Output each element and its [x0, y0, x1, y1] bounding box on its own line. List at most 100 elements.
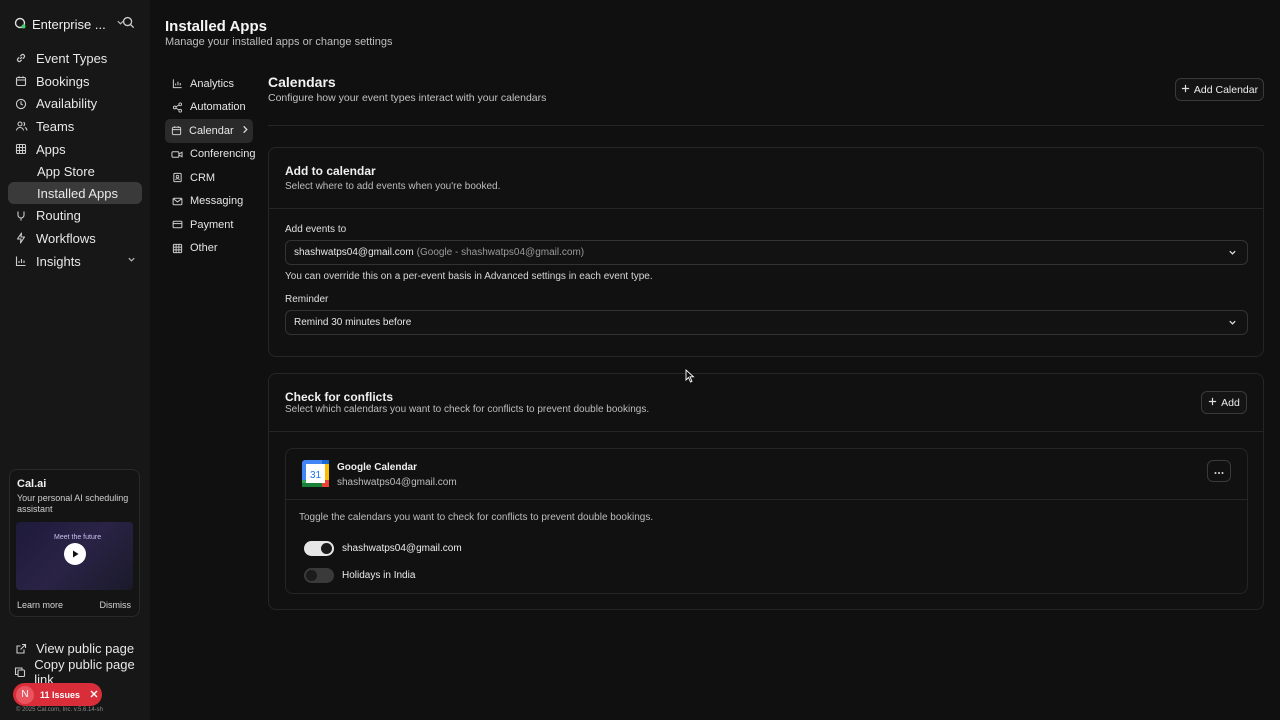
sidebar-item-routing[interactable]: Routing: [8, 204, 142, 227]
sidebar-item-insights[interactable]: Insights: [8, 250, 142, 273]
external-link-icon: [14, 642, 28, 656]
sidebar: Enterprise ... Event Types Bookings Avai…: [0, 0, 150, 720]
sidebar-item-label: Routing: [36, 208, 81, 224]
calendar-toggle-row: Holidays in India: [304, 567, 415, 583]
cal-ai-promo-card: Cal.ai Your personal AI scheduling assis…: [9, 469, 140, 617]
search-icon[interactable]: [122, 16, 138, 32]
page-title: Installed Apps: [165, 18, 267, 35]
reminder-value: Remind 30 minutes before: [294, 317, 412, 328]
calendar-toggle-row: shashwatps04@gmail.com: [304, 540, 462, 556]
issues-count: 11 Issues: [40, 689, 81, 700]
add-conflict-calendar-button[interactable]: Add: [1201, 391, 1247, 414]
sidebar-item-bookings[interactable]: Bookings: [8, 70, 142, 93]
section-divider: [268, 125, 1264, 126]
promo-video-thumbnail[interactable]: Meet the future: [16, 522, 133, 590]
integration-account: shashwatps04@gmail.com: [337, 477, 457, 488]
tab-label: Conferencing: [190, 148, 256, 161]
credit-card-icon: [171, 219, 183, 231]
reminder-label: Reminder: [285, 294, 329, 305]
footer-link-label: Copy public page link: [34, 656, 135, 687]
tab-label: Automation: [190, 101, 246, 114]
share-icon: [171, 101, 183, 113]
split-icon: [14, 209, 28, 223]
calendar-toggle-holidays[interactable]: [304, 567, 334, 583]
calendar-toggle-primary[interactable]: [304, 540, 334, 556]
add-calendar-button[interactable]: Add Calendar: [1175, 78, 1264, 101]
sidebar-item-app-store[interactable]: App Store: [8, 160, 142, 182]
tab-payment[interactable]: Payment: [165, 213, 253, 237]
sidebar-footer: View public page Copy public page link: [8, 637, 142, 687]
sidebar-item-label: Installed Apps: [37, 185, 118, 201]
close-icon[interactable]: [90, 689, 98, 701]
toggle-hint: Toggle the calendars you want to check f…: [299, 512, 654, 523]
chart-icon: [14, 254, 28, 268]
tab-label: Other: [190, 242, 218, 255]
promo-thumb-text: Meet the future: [54, 534, 102, 541]
footer-link-label: View public page: [36, 641, 135, 656]
calendar-icon: [14, 74, 28, 88]
tab-label: Payment: [190, 218, 234, 231]
sidebar-nav: Event Types Bookings Availability Teams …: [8, 47, 142, 273]
avatar: N: [16, 685, 34, 704]
calendars-subtitle: Configure how your event types interact …: [268, 92, 547, 104]
sidebar-item-apps[interactable]: Apps: [8, 138, 142, 161]
grid-icon: [171, 242, 183, 254]
tab-other[interactable]: Other: [165, 237, 253, 261]
more-options-button[interactable]: [1207, 460, 1231, 482]
google-calendar-integration: 31 Google Calendar shashwatps04@gmail.co…: [285, 448, 1248, 594]
add-label: Add: [1221, 396, 1240, 409]
check-conflicts-title: Check for conflicts: [285, 390, 394, 404]
sidebar-item-label: Apps: [36, 141, 66, 157]
add-to-calendar-title: Add to calendar: [285, 164, 376, 178]
more-horizontal-icon: [1214, 464, 1224, 478]
tab-label: Calendar: [189, 124, 234, 137]
toggle-knob: [321, 542, 332, 554]
sidebar-item-label: Teams: [36, 118, 75, 134]
sidebar-item-workflows[interactable]: Workflows: [8, 227, 142, 250]
tab-crm[interactable]: CRM: [165, 166, 253, 190]
add-to-calendar-card: Add to calendar Select where to add even…: [268, 147, 1264, 357]
org-switcher[interactable]: Enterprise ...: [14, 14, 138, 34]
chevron-right-icon: [241, 125, 249, 137]
check-conflicts-card: Check for conflicts Select which calenda…: [268, 373, 1264, 610]
reminder-select[interactable]: Remind 30 minutes before: [285, 310, 1248, 335]
sidebar-item-label: App Store: [37, 163, 95, 179]
grid-icon: [14, 142, 28, 156]
chevron-down-icon: [127, 255, 136, 267]
mail-icon: [171, 195, 183, 207]
dismiss-button[interactable]: Dismiss: [100, 600, 132, 610]
chevron-down-icon: [1228, 248, 1237, 259]
add-to-calendar-subtitle: Select where to add events when you're b…: [285, 181, 501, 192]
sidebar-item-label: Bookings: [36, 73, 90, 89]
sidebar-item-event-types[interactable]: Event Types: [8, 47, 142, 70]
sidebar-item-installed-apps[interactable]: Installed Apps: [8, 182, 142, 205]
plus-icon: [1208, 397, 1217, 409]
sidebar-item-availability[interactable]: Availability: [8, 92, 142, 115]
tab-label: Messaging: [190, 195, 244, 208]
video-icon: [171, 148, 183, 160]
org-logo-icon: [14, 17, 26, 32]
tab-messaging[interactable]: Messaging: [165, 190, 253, 214]
issues-badge[interactable]: N 11 Issues: [13, 683, 102, 706]
calendar-icon: [171, 125, 182, 137]
tab-conferencing[interactable]: Conferencing: [165, 143, 256, 167]
page-subtitle: Manage your installed apps or change set…: [165, 36, 393, 48]
tab-calendar[interactable]: Calendar: [165, 119, 253, 143]
sidebar-item-label: Insights: [36, 253, 81, 269]
card-divider: [269, 208, 1263, 209]
tab-analytics[interactable]: Analytics: [165, 72, 253, 96]
add-events-select[interactable]: shashwatps04@gmail.com (Google - shashwa…: [285, 240, 1248, 265]
sidebar-item-label: Availability: [36, 96, 98, 112]
play-icon[interactable]: [64, 543, 86, 565]
tab-automation[interactable]: Automation: [165, 96, 253, 120]
clock-icon: [14, 97, 28, 111]
zap-icon: [14, 231, 28, 245]
plus-icon: [1181, 84, 1190, 96]
learn-more-link[interactable]: Learn more: [17, 600, 63, 610]
copy-public-page-link[interactable]: Copy public page link: [8, 657, 142, 687]
link-icon: [14, 51, 28, 65]
check-conflicts-subtitle: Select which calendars you want to check…: [285, 404, 650, 415]
add-events-value: shashwatps04@gmail.com: [294, 247, 414, 258]
sidebar-item-teams[interactable]: Teams: [8, 115, 142, 138]
chart-icon: [171, 78, 183, 90]
